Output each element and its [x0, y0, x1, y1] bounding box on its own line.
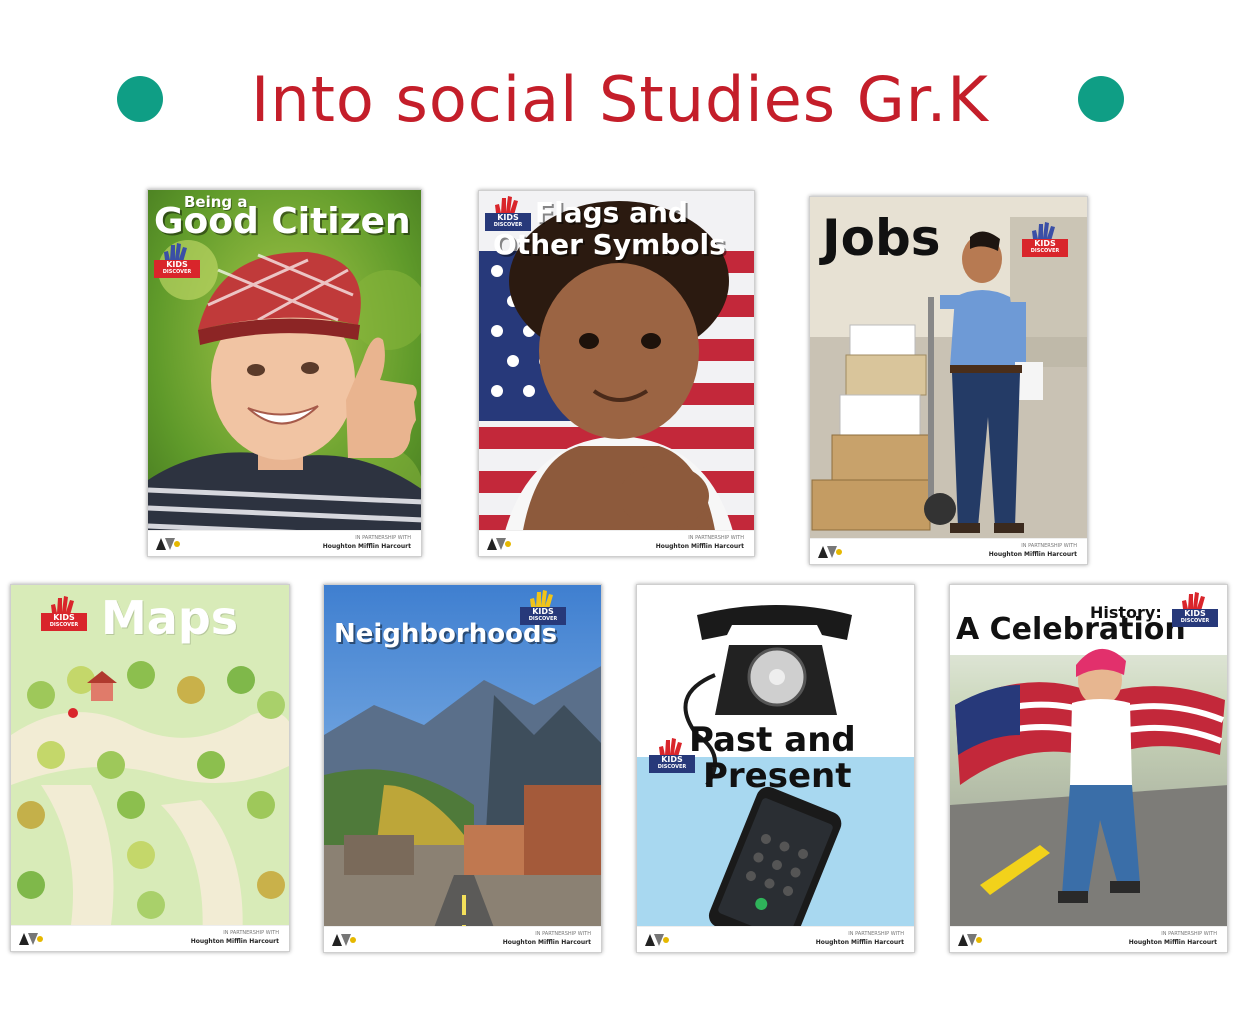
cover-title: Jobs — [822, 209, 941, 267]
publisher-line1: IN PARTNERSHIP WITH — [355, 535, 411, 541]
publisher-strip: IN PARTNERSHIP WITH Houghton Mifflin Har… — [950, 926, 1227, 952]
book-cover-good-citizen[interactable]: Being a Good Citizen KIDS DISCOVER IN PAR… — [147, 189, 422, 557]
kids-discover-badge: KIDS DISCOVER — [520, 590, 566, 625]
publisher-strip: IN PARTNERSHIP WITH Houghton Mifflin Har… — [324, 926, 601, 952]
book-cover-maps[interactable]: KIDS DISCOVER Maps IN PARTNERSHIP WITH Ho… — [10, 584, 290, 952]
publisher-line2: Houghton Mifflin Harcourt — [655, 543, 744, 550]
cover-title-line1: Past and — [689, 720, 856, 760]
publisher-line2: Houghton Mifflin Harcourt — [815, 939, 904, 946]
publisher-logo-icon — [19, 933, 43, 945]
badge-label: KIDS DISCOVER — [154, 260, 200, 278]
cover-title-line1: Flags and — [535, 196, 688, 229]
badge-label: KIDS DISCOVER — [485, 213, 531, 231]
book-cover-jobs[interactable]: Jobs KIDS DISCOVER IN PARTNERSHIP WITH Ho… — [809, 196, 1088, 565]
publisher-line1: IN PARTNERSHIP WITH — [848, 931, 904, 937]
book-cover-history[interactable]: History: A Celebration KIDS DISCOVER IN P… — [949, 584, 1228, 953]
publisher-logo-icon — [156, 538, 180, 550]
kids-discover-badge: KIDS DISCOVER — [1172, 592, 1218, 627]
kids-discover-badge: KIDS DISCOVER — [154, 243, 200, 278]
book-cover-past-present[interactable]: KIDS DISCOVER Past and Present IN PARTNER… — [636, 584, 915, 953]
publisher-line1: IN PARTNERSHIP WITH — [688, 535, 744, 541]
cover-title: Maps — [101, 591, 239, 645]
publisher-logo-icon — [958, 934, 982, 946]
publisher-line2: Houghton Mifflin Harcourt — [322, 543, 411, 550]
publisher-strip: IN PARTNERSHIP WITH Houghton Mifflin Har… — [11, 925, 289, 951]
publisher-logo-icon — [487, 538, 511, 550]
publisher-line2: Houghton Mifflin Harcourt — [190, 938, 279, 945]
badge-label: KIDS DISCOVER — [41, 613, 87, 631]
publisher-logo-icon — [645, 934, 669, 946]
publisher-line1: IN PARTNERSHIP WITH — [535, 931, 591, 937]
publisher-line1: IN PARTNERSHIP WITH — [223, 930, 279, 936]
publisher-strip: IN PARTNERSHIP WITH Houghton Mifflin Har… — [637, 926, 914, 952]
badge-label: KIDS DISCOVER — [1172, 609, 1218, 627]
cover-title-line2: Other Symbols — [493, 228, 726, 261]
kids-discover-badge: KIDS DISCOVER — [485, 196, 531, 231]
publisher-line2: Houghton Mifflin Harcourt — [988, 551, 1077, 558]
cover-title: A Celebration — [956, 612, 1186, 647]
publisher-strip: IN PARTNERSHIP WITH Houghton Mifflin Har… — [479, 530, 754, 556]
publisher-logo-icon — [818, 546, 842, 558]
book-cover-flags[interactable]: KIDS DISCOVER Flags and Other Symbols IN … — [478, 190, 755, 557]
badge-label: KIDS DISCOVER — [1022, 239, 1068, 257]
decorative-dot-right — [1078, 76, 1124, 122]
kids-discover-badge: KIDS DISCOVER — [41, 596, 87, 631]
badge-label: KIDS DISCOVER — [520, 607, 566, 625]
kids-discover-badge: KIDS DISCOVER — [649, 738, 695, 773]
page-title: Into social Studies Gr.K — [251, 63, 989, 136]
badge-label: KIDS DISCOVER — [649, 755, 695, 773]
cover-title: Good Citizen — [154, 201, 411, 242]
publisher-line1: IN PARTNERSHIP WITH — [1161, 931, 1217, 937]
cover-title-line2: Present — [703, 756, 852, 796]
publisher-line1: IN PARTNERSHIP WITH — [1021, 543, 1077, 549]
kids-discover-badge: KIDS DISCOVER — [1022, 222, 1068, 257]
publisher-logo-icon — [332, 934, 356, 946]
publisher-line2: Houghton Mifflin Harcourt — [1128, 939, 1217, 946]
publisher-line2: Houghton Mifflin Harcourt — [502, 939, 591, 946]
book-cover-neighborhoods[interactable]: Neighborhoods KIDS DISCOVER IN PARTNERSHI… — [323, 584, 602, 953]
page-header: Into social Studies Gr.K — [0, 55, 1240, 145]
publisher-strip: IN PARTNERSHIP WITH Houghton Mifflin Har… — [148, 530, 421, 556]
publisher-strip: IN PARTNERSHIP WITH Houghton Mifflin Har… — [810, 538, 1087, 564]
